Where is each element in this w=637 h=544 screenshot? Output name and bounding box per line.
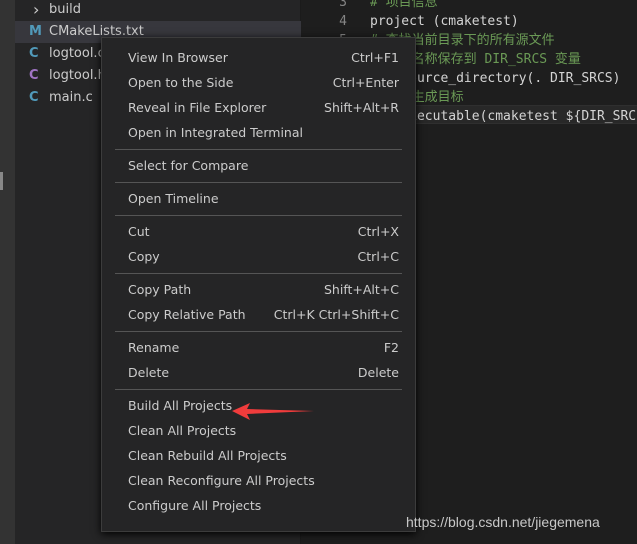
- menu-item-delete[interactable]: Delete Delete: [102, 360, 415, 385]
- menu-item-shortcut: Shift+Alt+R: [324, 100, 399, 115]
- menu-item-select-for-compare[interactable]: Select for Compare: [102, 153, 415, 178]
- menu-item-view-in-browser[interactable]: View In Browser Ctrl+F1: [102, 45, 415, 70]
- menu-item-label: Clean All Projects: [128, 423, 237, 438]
- context-menu: View In Browser Ctrl+F1 Open to the Side Ct…: [101, 37, 416, 532]
- menu-item-label: Open to the Side: [128, 75, 234, 90]
- menu-item-open-in-integrated-terminal[interactable]: Open in Integrated Terminal: [102, 120, 415, 145]
- menu-item-shortcut: Shift+Alt+C: [323, 282, 399, 297]
- menu-item-open-to-the-side[interactable]: Open to the Side Ctrl+Enter: [102, 70, 415, 95]
- menu-item-shortcut: Ctrl+K Ctrl+Shift+C: [273, 307, 399, 322]
- menu-item-reveal-in-file-explorer[interactable]: Reveal in File Explorer Shift+Alt+R: [102, 95, 415, 120]
- cmake-m-icon: M: [29, 24, 42, 39]
- watermark: https://blog.csdn.net/jiegemena: [406, 514, 600, 530]
- menu-item-clean-reconfigure-all-projects[interactable]: Clean Reconfigure All Projects: [102, 468, 415, 493]
- c-file-icon: C: [29, 90, 39, 105]
- menu-item-configure-all-projects[interactable]: Configure All Projects: [102, 493, 415, 518]
- red-arrow-annotation: [232, 403, 314, 420]
- menu-item-label: Clean Rebuild All Projects: [128, 448, 287, 463]
- menu-item-shortcut: Ctrl+C: [357, 249, 399, 264]
- menu-item-label: Copy: [128, 249, 160, 264]
- menu-item-clean-all-projects[interactable]: Clean All Projects: [102, 418, 415, 443]
- menu-item-label: Copy Path: [128, 282, 192, 297]
- menu-item-label: Cut: [128, 224, 150, 239]
- menu-item-rename[interactable]: Rename F2: [102, 335, 415, 360]
- menu-item-shortcut: Delete: [357, 365, 399, 380]
- menu-separator: [115, 273, 402, 274]
- menu-item-open-timeline[interactable]: Open Timeline: [102, 186, 415, 211]
- menu-item-label: Rename: [128, 340, 180, 355]
- line-number: 4: [339, 14, 347, 29]
- menu-item-label: Build All Projects: [128, 398, 233, 413]
- menu-separator: [115, 215, 402, 216]
- line-number: 3: [339, 0, 347, 10]
- menu-item-clean-rebuild-all-projects[interactable]: Clean Rebuild All Projects: [102, 443, 415, 468]
- menu-item-copy[interactable]: Copy Ctrl+C: [102, 244, 415, 269]
- menu-item-shortcut: Ctrl+X: [357, 224, 399, 239]
- menu-separator: [115, 389, 402, 390]
- menu-separator: [115, 331, 402, 332]
- menu-item-label: View In Browser: [128, 50, 228, 65]
- explorer-item[interactable]: › build: [15, 0, 301, 21]
- activity-indicator: [0, 172, 3, 190]
- menu-item-copy-path[interactable]: Copy Path Shift+Alt+C: [102, 277, 415, 302]
- menu-separator: [115, 149, 402, 150]
- code-line: project (cmaketest): [370, 14, 519, 29]
- menu-item-shortcut: Ctrl+Enter: [332, 75, 399, 90]
- menu-item-label: Configure All Projects: [128, 498, 262, 513]
- menu-separator: [115, 182, 402, 183]
- menu-item-label: Open in Integrated Terminal: [128, 125, 303, 140]
- menu-item-label: Select for Compare: [128, 158, 249, 173]
- menu-item-label: Copy Relative Path: [128, 307, 246, 322]
- menu-item-copy-relative-path[interactable]: Copy Relative Path Ctrl+K Ctrl+Shift+C: [102, 302, 415, 327]
- file-name: logtool.c: [49, 46, 105, 61]
- file-name: main.c: [49, 90, 93, 105]
- activity-bar: [0, 0, 15, 544]
- c-header-icon: C: [29, 68, 39, 83]
- c-file-icon: C: [29, 46, 39, 61]
- file-name: build: [49, 2, 81, 17]
- file-name: logtool.h: [49, 68, 106, 83]
- menu-item-label: Open Timeline: [128, 191, 219, 206]
- menu-item-label: Delete: [128, 365, 170, 380]
- menu-item-label: Reveal in File Explorer: [128, 100, 267, 115]
- menu-item-shortcut: Ctrl+F1: [351, 50, 399, 65]
- menu-item-shortcut: F2: [383, 340, 399, 355]
- menu-item-label: Clean Reconfigure All Projects: [128, 473, 315, 488]
- code-line: # 项目信息: [370, 0, 438, 10]
- chevron-right-icon: ›: [33, 0, 40, 19]
- menu-item-cut[interactable]: Cut Ctrl+X: [102, 219, 415, 244]
